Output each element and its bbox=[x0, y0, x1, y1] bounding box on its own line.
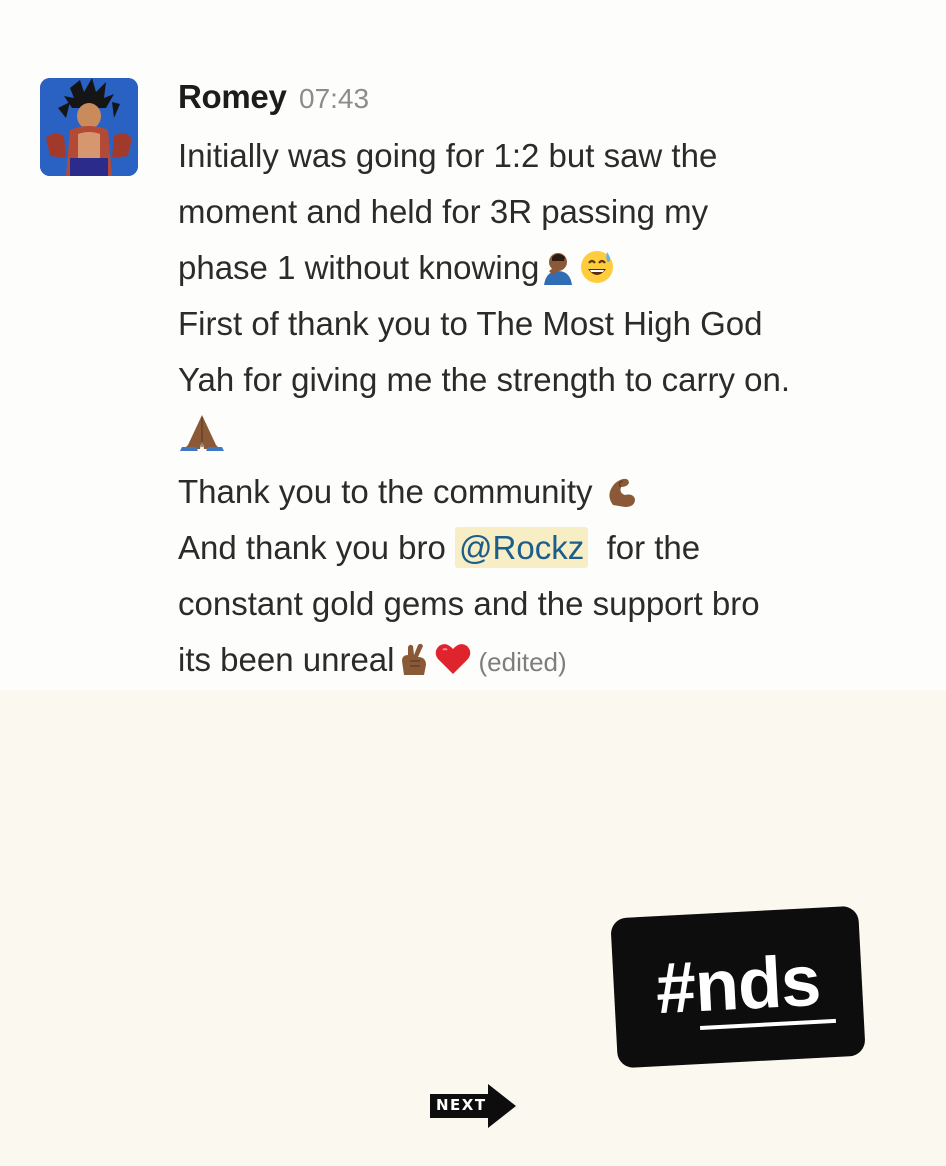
message-line: phase 1 without knowing bbox=[178, 240, 918, 296]
message-line: moment and held for 3R passing my bbox=[178, 184, 918, 240]
avatar-image bbox=[40, 78, 138, 176]
message-text: its been unreal bbox=[178, 641, 395, 678]
message-card: Romey 07:43 Initially was going for 1:2 … bbox=[0, 0, 946, 690]
message-text: phase 1 without knowing bbox=[178, 249, 540, 286]
message-line: Yah for giving me the strength to carry … bbox=[178, 352, 918, 408]
message-text: Initially was going for 1:2 but saw the bbox=[178, 137, 718, 174]
message-text: And thank you bro bbox=[178, 529, 446, 566]
message-text: for the bbox=[606, 529, 701, 566]
edited-label: (edited) bbox=[478, 647, 567, 677]
next-button[interactable]: NEXT bbox=[430, 1084, 518, 1128]
message-line: First of thank you to The Most High God bbox=[178, 296, 918, 352]
grinning-sweat-icon bbox=[579, 246, 615, 302]
user-mention-rockz[interactable]: @Rockz bbox=[455, 527, 589, 568]
next-label: NEXT bbox=[436, 1096, 487, 1114]
message-line: And thank you bro @Rockz for the bbox=[178, 520, 918, 576]
message-line: Initially was going for 1:2 but saw the bbox=[178, 128, 918, 184]
message-line: its been unreal (edited) bbox=[178, 632, 918, 688]
message-text: constant gold gems and the support bro bbox=[178, 585, 760, 622]
flexed-biceps-icon bbox=[605, 470, 639, 526]
folded-hands-icon bbox=[178, 413, 226, 470]
nds-hashtag-sticker[interactable]: #nds bbox=[610, 905, 866, 1069]
avatar[interactable] bbox=[40, 78, 138, 176]
message-text: Yah for giving me the strength to carry … bbox=[178, 361, 791, 398]
message-text: moment and held for 3R passing my bbox=[178, 193, 709, 230]
message-timestamp[interactable]: 07:43 bbox=[299, 83, 369, 114]
message-line: Thank you to the community bbox=[178, 464, 918, 520]
author-name[interactable]: Romey bbox=[178, 78, 287, 115]
message-line bbox=[178, 408, 918, 464]
red-heart-icon bbox=[434, 638, 472, 694]
person-facepalming-icon bbox=[541, 246, 577, 302]
message-body: Initially was going for 1:2 but saw the … bbox=[178, 128, 918, 688]
hashtag-text: #nds bbox=[653, 940, 822, 1030]
message-header: Romey 07:43 bbox=[178, 78, 369, 124]
message-text: Thank you to the community bbox=[178, 473, 593, 510]
message-line: constant gold gems and the support bro bbox=[178, 576, 918, 632]
crossed-fingers-icon bbox=[396, 638, 432, 694]
message-text: First of thank you to The Most High God bbox=[178, 305, 763, 342]
